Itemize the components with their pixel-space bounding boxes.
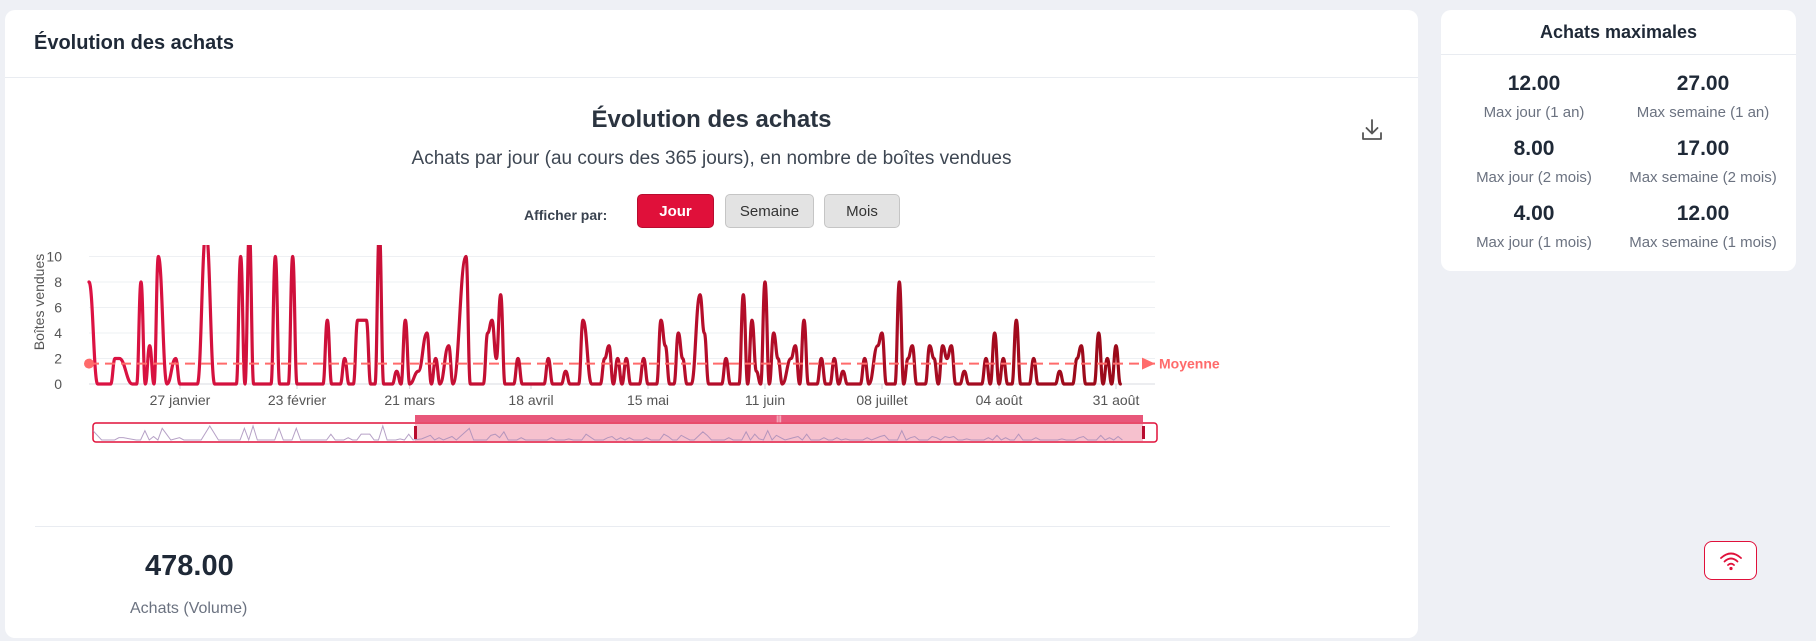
range-navigator[interactable]: |||	[92, 415, 1158, 443]
stat-label: Max jour (1 an)	[1483, 104, 1585, 121]
max-purchases-card: Achats maximales 12.00 Max jour (1 an) 2…	[1441, 10, 1796, 271]
connection-button[interactable]	[1704, 541, 1757, 580]
week-button[interactable]: Semaine	[725, 194, 814, 228]
stat-max-week-1y: 27.00 Max semaine (1 an)	[1618, 72, 1788, 121]
y-tick-label: 4	[54, 325, 62, 341]
card-title: Évolution des achats	[34, 32, 235, 54]
purchases-chart[interactable]: 024681012 Boîtes vendues 27 janvier23 fé…	[5, 245, 1418, 515]
y-tick-label: 0	[54, 376, 62, 392]
navigator-handle-right	[1142, 426, 1145, 439]
total-volume-value: 478.00	[145, 550, 234, 582]
y-tick-label: 10	[46, 249, 62, 265]
chart-subtitle: Achats par jour (au cours des 365 jours)…	[411, 148, 1012, 169]
day-button[interactable]: Jour	[637, 194, 714, 228]
stat-value: 12.00	[1507, 72, 1561, 95]
stat-label: Max jour (2 mois)	[1476, 169, 1592, 186]
stat-value: 27.00	[1676, 72, 1730, 95]
month-button[interactable]: Mois	[824, 194, 900, 228]
navigator-handle-left	[414, 426, 417, 439]
stat-max-day-1m: 4.00 Max jour (1 mois)	[1449, 202, 1619, 251]
x-tick-label: 27 janvier	[150, 392, 211, 408]
stat-max-week-1m: 12.00 Max semaine (1 mois)	[1618, 202, 1788, 251]
stat-label: Max semaine (1 mois)	[1629, 234, 1777, 251]
stat-value: 8.00	[1513, 137, 1555, 160]
download-icon	[1362, 119, 1382, 140]
stat-value: 4.00	[1513, 202, 1555, 225]
x-tick-label: 31 août	[1093, 392, 1140, 408]
x-tick-label: 11 juin	[745, 392, 785, 408]
x-tick-label: 08 juillet	[856, 392, 907, 408]
card-header: Évolution des achats	[5, 10, 1418, 78]
chart-title: Évolution des achats	[591, 106, 832, 133]
stat-value: 12.00	[1676, 202, 1730, 225]
x-tick-label: 15 mai	[627, 392, 669, 408]
stat-max-week-2m: 17.00 Max semaine (2 mois)	[1618, 137, 1788, 186]
wifi-icon	[1719, 552, 1742, 570]
stat-max-day-1y: 12.00 Max jour (1 an)	[1449, 72, 1619, 121]
divider	[35, 526, 1390, 527]
stat-label: Max jour (1 mois)	[1476, 234, 1592, 251]
y-tick-label: 2	[54, 351, 62, 367]
download-button[interactable]	[1357, 115, 1387, 145]
x-tick-label: 18 avril	[508, 392, 553, 408]
y-axis-label: Boîtes vendues	[31, 254, 47, 351]
x-tick-label: 04 août	[976, 392, 1023, 408]
x-tick-label: 21 mars	[384, 392, 435, 408]
average-start-marker	[84, 358, 94, 369]
x-tick-label: 23 février	[268, 392, 327, 408]
stat-label: Max semaine (2 mois)	[1629, 169, 1777, 186]
max-purchases-title: Achats maximales	[1441, 10, 1796, 55]
view-controls: Afficher par: Jour Semaine Mois	[5, 194, 1418, 234]
total-volume-label: Achats (Volume)	[130, 600, 248, 617]
average-label: Moyenne	[1159, 356, 1220, 372]
stat-value: 17.00	[1676, 137, 1730, 160]
stat-max-day-2m: 8.00 Max jour (2 mois)	[1449, 137, 1619, 186]
purchases-card: Évolution des achats Évolution des achat…	[5, 10, 1418, 638]
stat-label: Max semaine (1 an)	[1636, 104, 1770, 121]
display-by-label: Afficher par:	[524, 207, 608, 223]
y-tick-label: 6	[54, 300, 62, 316]
navigator-grip: |||	[776, 416, 782, 423]
average-end-marker	[1142, 357, 1155, 370]
y-tick-label: 8	[54, 274, 62, 290]
